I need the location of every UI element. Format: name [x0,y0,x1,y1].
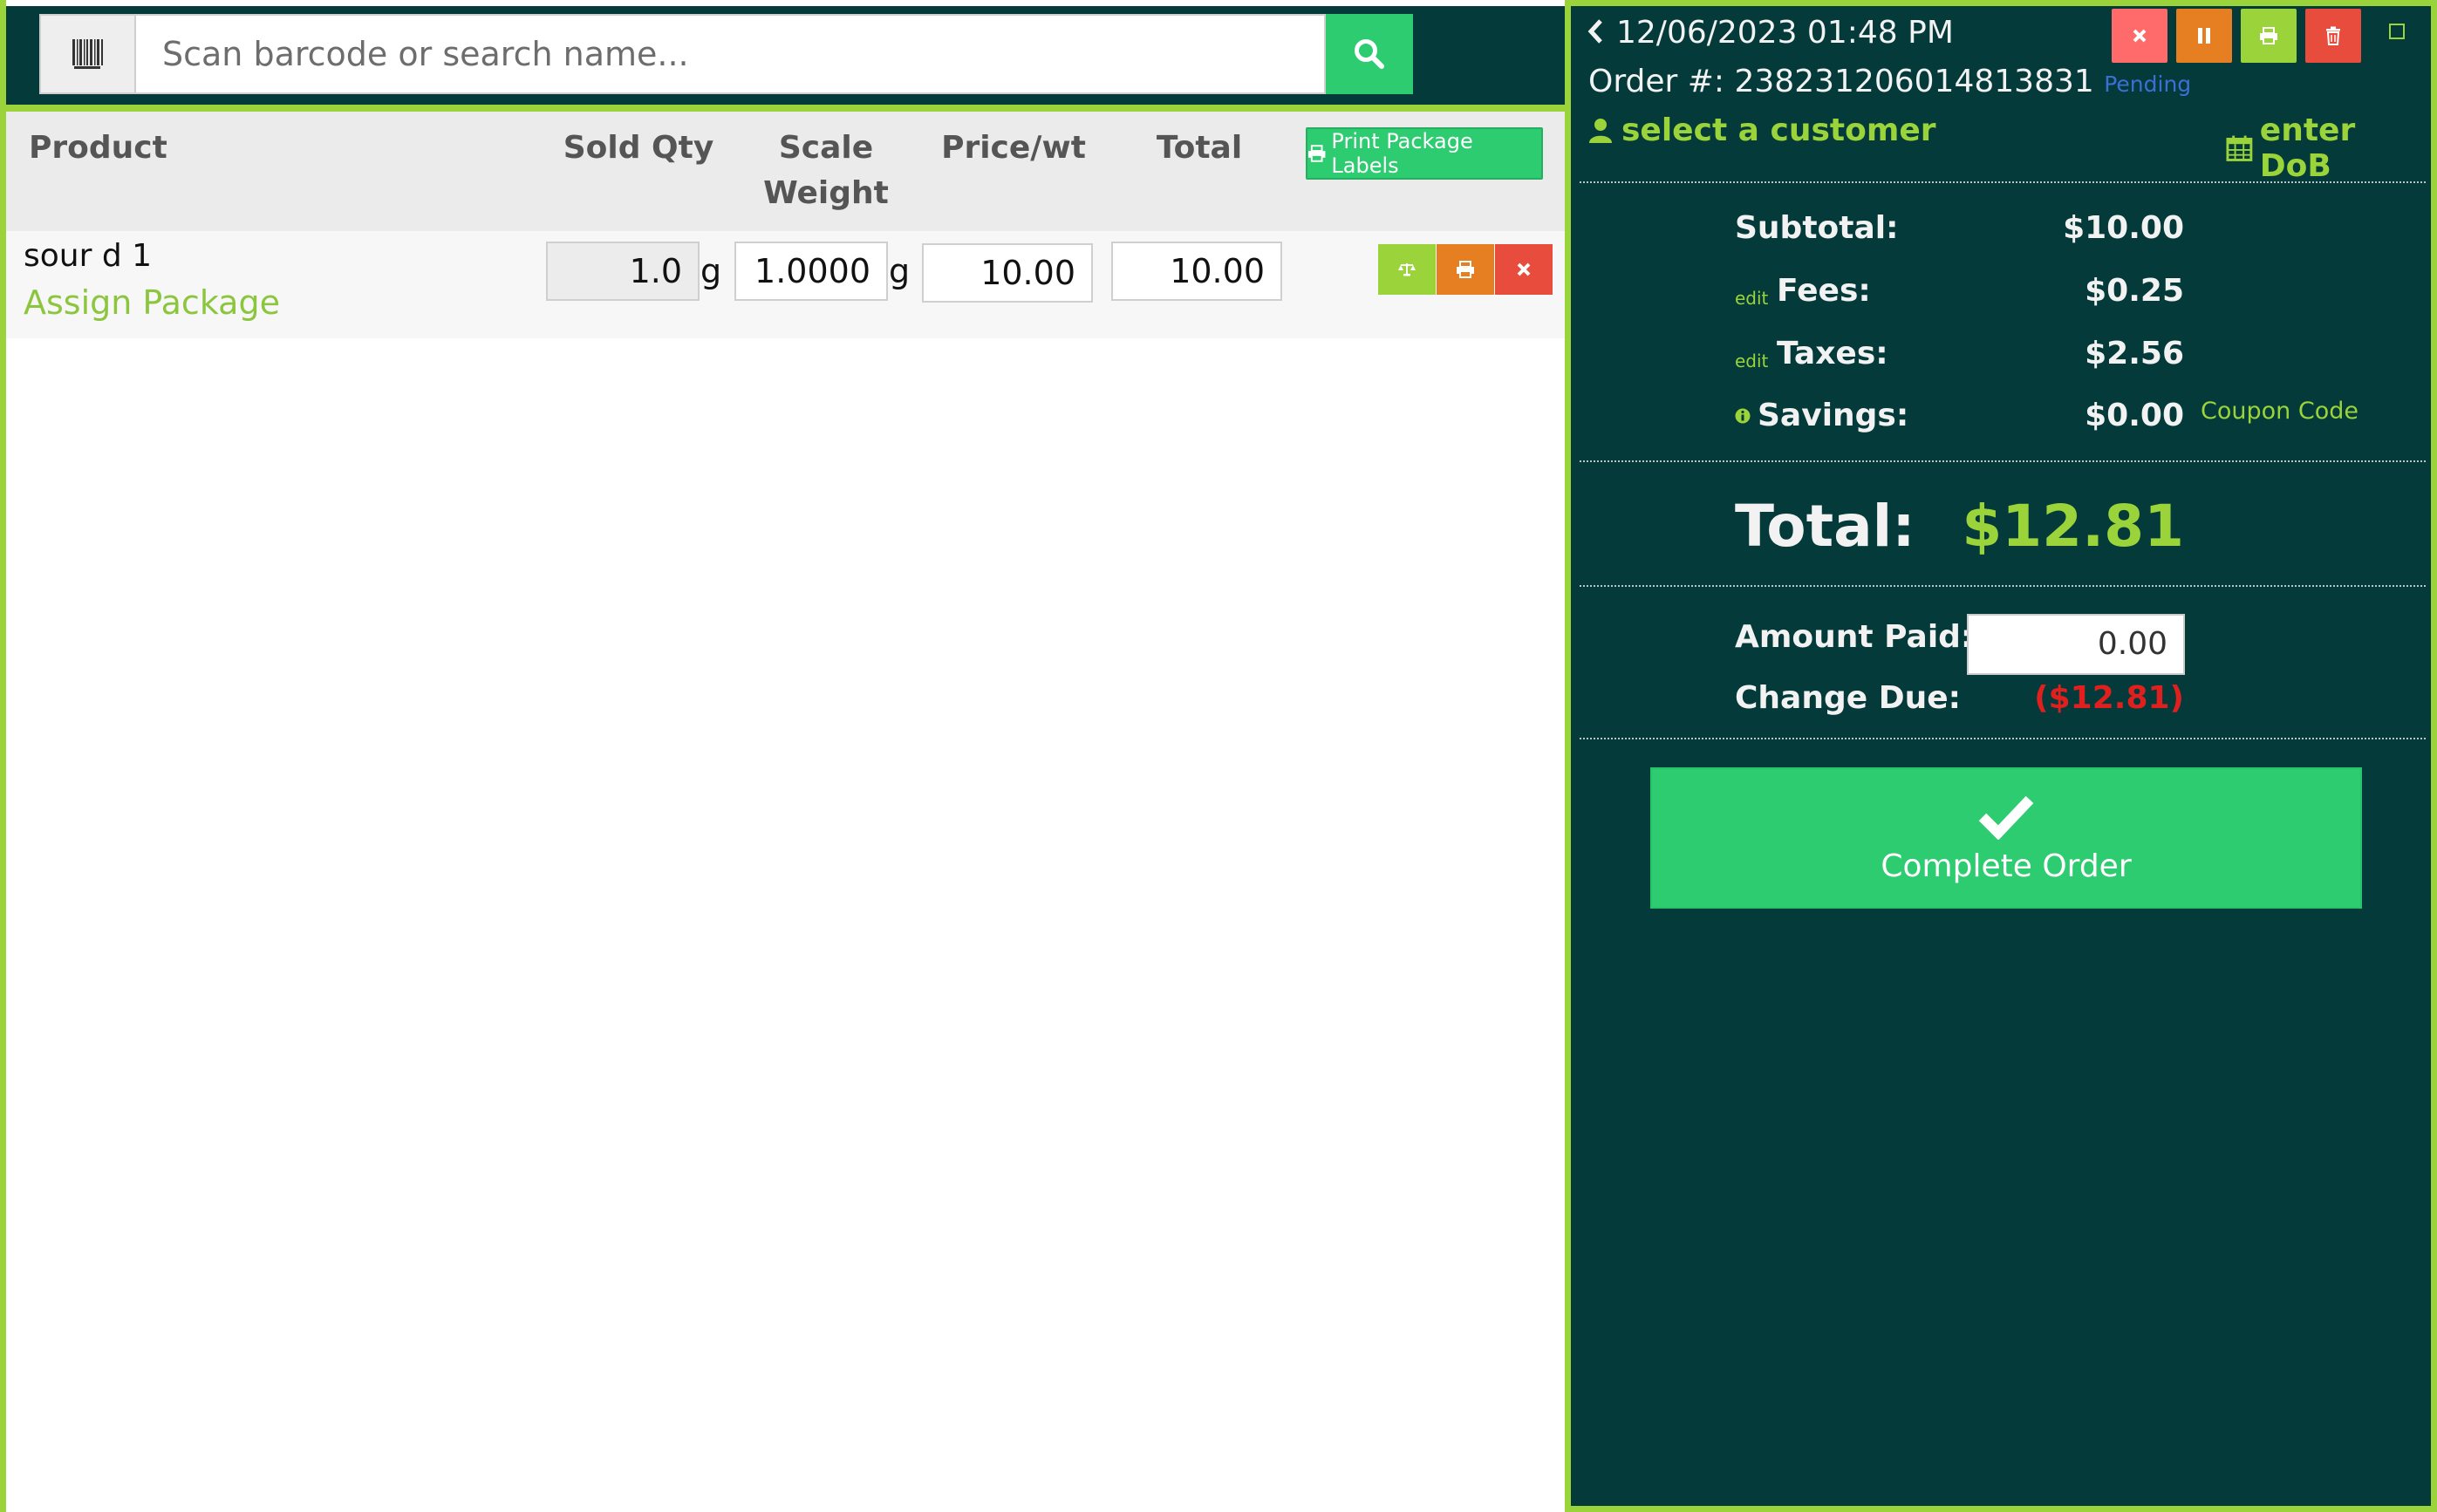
table-row: sour d 1 Assign Package 1.0 g 1.0000 g 1… [6,231,1565,338]
order-number-label: Order #: [1588,64,1725,99]
column-header-scale-weight-line2: Weight [763,175,889,211]
fees-label: Fees: [1777,273,1871,309]
weight-unit: g [889,252,911,290]
savings-value: $0.00 [2085,398,2184,433]
change-due-value: ($12.81) [2034,680,2184,716]
edit-fees-link[interactable]: edit [1735,288,1768,309]
taxes-value: $2.56 [2085,336,2184,371]
print-package-labels-button[interactable]: Print Package Labels [1306,127,1543,180]
barcode-icon [72,39,103,69]
subtotal-value: $10.00 [2063,210,2184,246]
amount-paid-input[interactable]: 0.00 [1967,614,2185,675]
chevron-left-icon[interactable] [1587,18,1606,44]
print-receipt-button[interactable] [2241,9,2297,63]
column-header-scale-weight-line1: Scale [778,130,874,166]
order-number-line: Order #: 238231206014813831 Pending [1588,64,2191,99]
search-input-wrapper [136,14,1326,94]
select-customer-label: select a customer [1621,112,1936,148]
order-number: 238231206014813831 [1734,64,2094,99]
order-summary-pane: 12/06/2023 01:48 PM Order #: 23823120601… [1571,6,2431,1506]
product-name: sour d 1 [24,238,153,274]
enter-dob-link[interactable]: enter DoB [2226,112,2431,184]
close-icon [2133,29,2147,43]
weigh-button[interactable] [1378,244,1436,295]
search-button[interactable] [1326,14,1413,94]
subtotal-label: Subtotal: [1735,210,1899,246]
expand-icon[interactable] [2387,22,2406,41]
search-bar [6,6,1565,105]
print-icon [1457,261,1474,278]
complete-order-button[interactable]: Complete Order [1650,767,2362,909]
trash-icon [2326,26,2340,45]
complete-order-label: Complete Order [1881,848,2132,884]
sold-qty-field[interactable]: 1.0 [546,242,700,301]
remove-line-button[interactable] [1495,244,1553,295]
divider [1580,181,2426,183]
column-header-total: Total [1156,130,1243,166]
price-per-weight-field[interactable]: 10.00 [922,243,1093,303]
order-datetime: 12/06/2023 01:48 PM [1616,15,1954,51]
barcode-scan-button[interactable] [39,14,136,94]
pause-icon [2198,28,2210,44]
divider [1580,738,2426,739]
print-icon [2260,27,2277,44]
search-icon [1355,39,1384,69]
divider [1580,585,2426,587]
divider [1580,460,2426,462]
select-customer-link[interactable]: select a customer [1588,112,1936,148]
order-lines-pane: Product Sold Qty Scale Weight Price/wt T… [6,0,1565,1512]
print-label-button[interactable] [1437,244,1494,295]
calendar-icon [2226,135,2253,161]
close-icon [1517,262,1531,276]
column-header-price-wt: Price/wt [941,130,1086,166]
total-value: $12.81 [1962,493,2184,560]
taxes-label: Taxes: [1777,336,1888,371]
print-package-labels-label: Print Package Labels [1331,129,1473,178]
enter-dob-label: enter DoB [2259,112,2356,184]
divider [6,105,1565,112]
assign-package-link[interactable]: Assign Package [24,283,280,322]
scale-icon [1398,263,1416,276]
scale-weight-field[interactable]: 1.0000 [734,242,888,301]
search-input[interactable] [136,16,1324,92]
column-header-product: Product [29,130,167,166]
cancel-order-button[interactable] [2112,9,2167,63]
change-due-label: Change Due: [1735,680,1962,716]
amount-paid-label: Amount Paid: [1735,619,1974,655]
info-icon[interactable] [1735,408,1751,424]
order-status-badge: Pending [2104,72,2192,97]
edit-taxes-link[interactable]: edit [1735,351,1768,371]
hold-order-button[interactable] [2176,9,2232,63]
qty-unit: g [700,252,722,290]
print-icon [1307,145,1326,162]
savings-label: Savings: [1758,398,1909,433]
user-icon [1589,118,1612,143]
check-icon [1978,795,2034,840]
column-header-sold-qty: Sold Qty [563,130,714,166]
fees-value: $0.25 [2085,273,2184,309]
coupon-code-link[interactable]: Coupon Code [2201,398,2358,425]
delete-order-button[interactable] [2305,9,2361,63]
table-header: Product Sold Qty Scale Weight Price/wt T… [6,112,1565,231]
line-total-field[interactable]: 10.00 [1111,242,1282,301]
